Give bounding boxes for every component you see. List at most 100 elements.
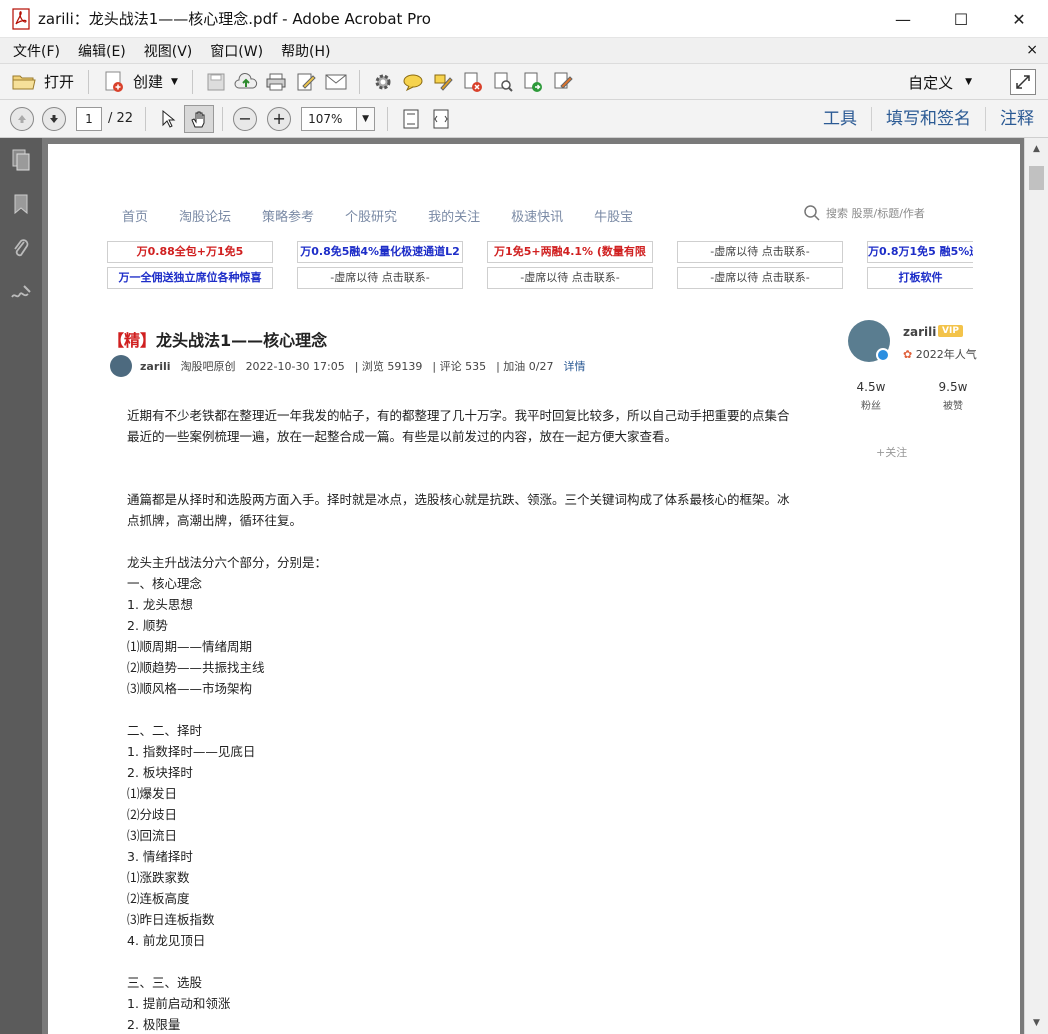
maximize-button[interactable]: ☐ [932,0,990,38]
site-search[interactable]: 搜索 股票/标题/作者 [803,204,925,222]
author-name[interactable]: zarili [140,360,171,373]
open-button[interactable]: 打开 [6,68,80,96]
body-paragraph: 通篇都是从择时和选股两方面入手。择时就是冰点，选股核心就是抗跌、领涨。三个关键词… [127,492,790,528]
article-title: 【精】龙头战法1——核心理念 [108,327,327,351]
tab-fill-sign[interactable]: 填写和签名 [871,107,985,131]
menu-file[interactable]: 文件(F) [4,41,69,61]
page-thumbnails-button[interactable] [0,138,42,182]
edit-document-icon [297,73,316,90]
comment-button[interactable] [398,68,428,96]
page-number-input[interactable]: 1 [76,106,102,131]
ad-banner[interactable]: 万0.8万1免5 融5%送运 [867,241,973,263]
site-nav-strategy[interactable]: 策略参考 [262,206,314,225]
minus-icon: − [238,108,252,128]
featured-tag: 【精】 [108,331,157,350]
chevron-down-icon: ▼ [362,113,370,124]
hand-icon [191,111,205,127]
scroll-up-icon[interactable]: ▲ [1025,138,1048,160]
print-button[interactable] [261,68,291,96]
site-nav-following[interactable]: 我的关注 [428,206,480,225]
ad-banner[interactable]: -虚席以待 点击联系- [677,241,843,263]
outline-line: 1. 提前启动和领涨 [127,996,231,1011]
ad-banner[interactable]: 万1免5+两融4.1% (数量有限 [487,241,653,263]
create-pdf-icon [105,71,124,92]
customize-dropdown[interactable]: 自定义 ▼ [908,68,972,96]
save-button[interactable] [201,68,231,96]
outline-line: ⑶昨日连板指数 [127,912,215,927]
previous-page-button[interactable] [10,106,34,131]
outline-section: 三、三、选股 1. 提前启动和领涨 2. 极限量 [127,972,792,1034]
upload-button[interactable] [231,68,261,96]
fit-page-button[interactable] [396,105,426,133]
export-button[interactable] [518,68,548,96]
zoom-dropdown-button[interactable]: ▼ [357,106,376,131]
body-paragraph: 近期有不少老铁都在整理近一年我发的帖子，有的都整理了几十万字。我平时回复比较多，… [127,408,790,444]
menu-view[interactable]: 视图(V) [135,41,202,61]
award-icon: ✿ [903,348,913,361]
menu-window[interactable]: 窗口(W) [201,41,272,61]
ad-banner[interactable]: -虚席以待 点击联系- [677,267,843,289]
scrollbar-thumb[interactable] [1029,166,1044,190]
settings-button[interactable] [368,68,398,96]
create-button[interactable]: 创建 ▼ [97,68,184,96]
site-nav-news[interactable]: 极速快讯 [511,206,563,225]
zoom-out-button[interactable]: − [233,106,258,131]
email-button[interactable] [321,68,351,96]
scroll-down-icon[interactable]: ▼ [1025,1012,1048,1034]
ad-row: 万一全佣送独立席位各种惊喜 -虚席以待 点击联系- -虚席以待 点击联系- -虚席以待… [107,267,977,289]
vertical-scrollbar[interactable]: ▲ ▼ [1024,138,1048,1034]
menu-edit[interactable]: 编辑(E) [69,41,135,61]
attachments-button[interactable] [0,226,42,270]
hand-tool-button[interactable] [184,104,215,133]
save-icon [207,73,225,90]
zoom-in-button[interactable]: + [267,106,292,131]
select-tool-button[interactable] [154,105,184,133]
ad-banner[interactable]: 万0.88全包+万1免5 [107,241,273,263]
menu-help[interactable]: 帮助(H) [272,41,339,61]
close-button[interactable]: ✕ [990,0,1048,38]
article-comments: | 评论 535 [432,360,487,373]
site-nav-research[interactable]: 个股研究 [345,206,397,225]
highlight-button[interactable] [428,68,458,96]
fit-width-button[interactable] [426,105,456,133]
search-doc-button[interactable] [488,68,518,96]
site-nav-niugubao[interactable]: 牛股宝 [594,206,633,225]
expand-icon [1016,75,1030,89]
likes-label: 被赞 [943,401,963,412]
profile-name[interactable]: zarili [903,325,936,339]
outline-line: 1. 龙头思想 [127,597,193,612]
bookmarks-button[interactable] [0,182,42,226]
ad-banner[interactable]: 万0.8免5融4%量化极速通道L2 [297,241,463,263]
fit-page-icon [403,109,419,128]
article-detail-link[interactable]: 详情 [564,358,586,374]
fullscreen-button[interactable] [1010,69,1036,95]
signatures-button[interactable] [0,270,42,314]
tab-comment[interactable]: 注释 [985,107,1048,131]
ad-banner[interactable]: -虚席以待 点击联系- [297,267,463,289]
plus-icon: + [272,108,286,128]
delete-pages-button[interactable] [458,68,488,96]
document-viewport[interactable]: 首页 淘股论坛 策略参考 个股研究 我的关注 极速快讯 牛股宝 搜索 股票/标题… [42,138,1024,1034]
outline-section: 二、二、择时 1. 指数择时——见底日 2. 板块择时 ⑴爆发日 ⑵分歧日 ⑶回流日 3. … [127,720,792,951]
tab-tools[interactable]: 工具 [809,107,871,131]
ad-banner[interactable]: 打板软件 [867,267,973,289]
pages-icon [12,149,30,171]
main-toolbar: 打开 创建 ▼ 自定义 ▼ [0,64,1048,100]
menu-close-icon[interactable]: × [1026,42,1038,58]
site-nav-forum[interactable]: 淘股论坛 [179,206,231,225]
site-nav-home[interactable]: 首页 [122,206,148,225]
ad-banner[interactable]: -虚席以待 点击联系- [487,267,653,289]
minimize-button[interactable]: — [874,0,932,38]
follow-button[interactable]: +关注 [876,444,907,460]
edit-button[interactable] [291,68,321,96]
author-avatar-small[interactable] [110,355,132,377]
outline-line: 2. 极限量 [127,1017,181,1032]
zoom-level-input[interactable]: 107% [301,106,358,131]
ad-banner[interactable]: 万一全佣送独立席位各种惊喜 [107,267,273,289]
outline-line: 4. 前龙见顶日 [127,933,206,948]
outline-line: ⑴顺周期——情绪周期 [127,639,253,654]
article-source: 淘股吧原创 [180,360,236,373]
next-page-button[interactable] [42,106,66,131]
form-edit-button[interactable] [548,68,578,96]
highlight-text-icon [434,74,453,91]
